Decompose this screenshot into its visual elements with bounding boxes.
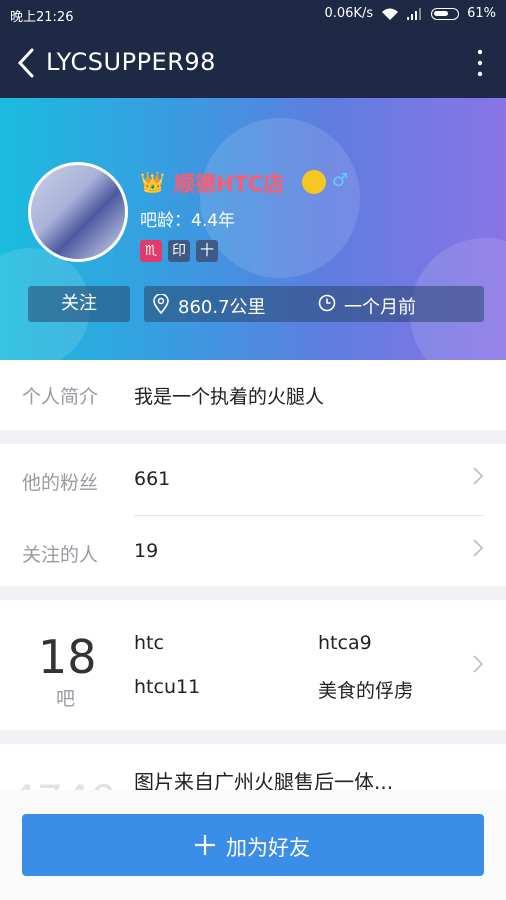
add-friend-button[interactable]: 加为好友 <box>22 814 484 876</box>
status-time: 晚上21:26 <box>10 10 74 25</box>
location-info-bar: 860.7公里 一个月前 <box>144 286 484 322</box>
following-row[interactable]: 关注的人 19 <box>0 516 506 586</box>
bio-label: 个人简介 <box>22 386 99 408</box>
distance-text: 860.7公里 <box>178 297 266 318</box>
bar-item: htca9 <box>318 632 372 654</box>
grin-emoji-icon <box>302 170 326 194</box>
fans-count: 661 <box>134 468 171 490</box>
signal-icon <box>407 7 422 20</box>
more-menu-icon[interactable] <box>476 48 484 78</box>
add-friend-label: 加为好友 <box>226 836 310 860</box>
cross-badge-icon[interactable]: 十 <box>196 240 218 262</box>
decor-bubble <box>200 118 360 278</box>
following-count: 19 <box>134 540 159 562</box>
page-title: LYCSUPPER98 <box>46 48 216 76</box>
bars-section[interactable]: 18 吧 htc htca9 htcu11 美食的俘虏 <box>0 600 506 730</box>
gender-icon: ♂ <box>332 170 349 191</box>
avatar[interactable] <box>28 162 128 262</box>
fans-label: 他的粉丝 <box>22 472 99 494</box>
username: 顺德HTC店 <box>174 172 285 196</box>
last-active-text: 一个月前 <box>344 297 416 318</box>
social-section: 他的粉丝 661 关注的人 19 <box>0 444 506 586</box>
tieba-age: 吧龄：4.4年 <box>140 211 236 231</box>
profile-banner: 👑 顺德HTC店 ♂ 吧龄：4.4年 ♏ 印 十 关注 860.7公里 一个月前 <box>0 98 506 360</box>
clock-icon <box>318 294 336 312</box>
scorpio-badge-icon[interactable]: ♏ <box>140 240 162 262</box>
bars-unit: 吧 <box>56 688 76 710</box>
plus-icon <box>195 835 215 855</box>
bars-count: 18 <box>38 630 97 684</box>
bio-section: 个人简介 我是一个执着的火腿人 <box>0 360 506 430</box>
crown-icon: 👑 <box>140 170 165 194</box>
following-label: 关注的人 <box>22 544 99 566</box>
follow-button[interactable]: 关注 <box>28 286 130 322</box>
location-pin-icon <box>153 294 169 314</box>
chevron-right-icon <box>473 539 484 557</box>
bar-item: htc <box>134 632 164 654</box>
back-arrow-icon[interactable] <box>14 47 42 79</box>
chevron-right-icon <box>473 467 484 485</box>
bio-value: 我是一个执着的火腿人 <box>134 386 325 408</box>
network-speed: 0.06K/s <box>324 6 374 21</box>
seal-badge-icon[interactable]: 印 <box>168 240 190 262</box>
bar-item: 美食的俘虏 <box>318 680 414 702</box>
wifi-icon <box>382 8 399 20</box>
battery-level: 61% <box>467 6 496 21</box>
nav-bar: LYCSUPPER98 <box>0 28 506 98</box>
bar-item: htcu11 <box>134 676 201 698</box>
fans-row[interactable]: 他的粉丝 661 <box>0 444 506 515</box>
battery-icon <box>431 7 460 20</box>
chevron-right-icon <box>473 655 484 673</box>
status-bar: 晚上21:26 0.06K/s 61% <box>0 0 506 28</box>
bottom-action-bar: 加为好友 <box>0 790 506 900</box>
badge-row: ♏ 印 十 <box>140 240 218 262</box>
